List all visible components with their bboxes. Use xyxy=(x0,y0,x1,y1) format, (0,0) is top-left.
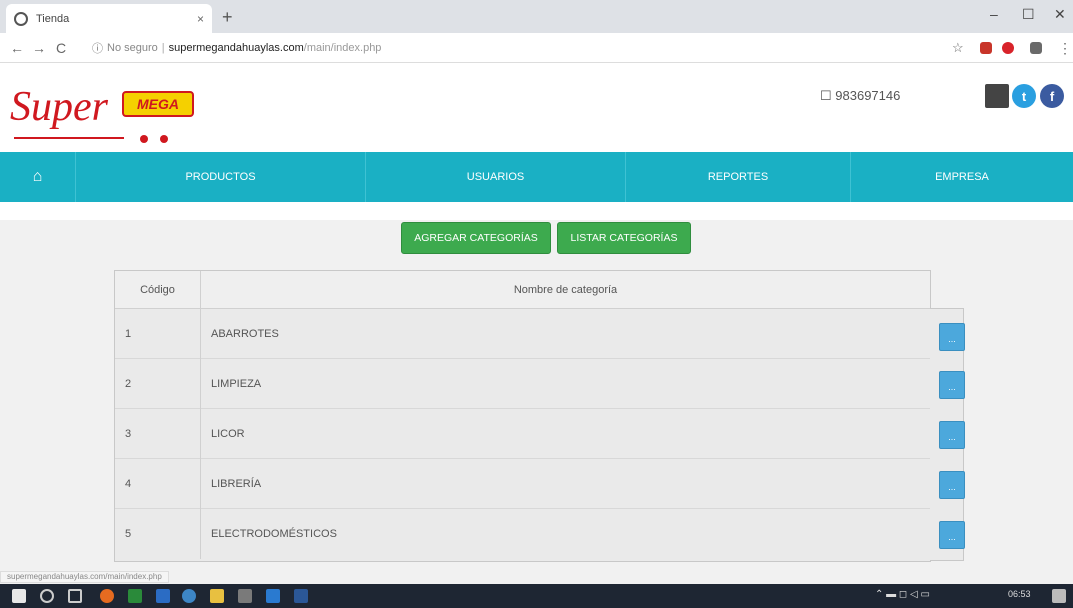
windows-start-icon[interactable] xyxy=(12,589,26,603)
nav-spacer xyxy=(0,202,1073,220)
categories-table: Código Nombre de categoría 1 ABARROTES 2… xyxy=(114,270,931,562)
nav-productos[interactable]: PRODUCTOS xyxy=(76,152,366,202)
row-action-button[interactable]: ... xyxy=(939,521,965,549)
task-view-icon[interactable] xyxy=(68,589,82,603)
chrome-icon[interactable] xyxy=(182,589,196,603)
new-tab-button[interactable]: + xyxy=(222,7,233,28)
cell-code: 2 xyxy=(115,359,201,409)
add-category-button[interactable]: AGREGAR CATEGORÍAS xyxy=(401,222,551,254)
nav-empresa[interactable]: EMPRESA xyxy=(851,152,1073,202)
nav-home[interactable]: ⌂ xyxy=(0,152,76,202)
table-header: Código Nombre de categoría xyxy=(115,271,930,309)
site-header: Super MEGA ☐ 983697146 t f xyxy=(0,63,1073,152)
row-action-button[interactable]: ... xyxy=(939,371,965,399)
nav-usuarios[interactable]: USUARIOS xyxy=(366,152,626,202)
edge-icon[interactable] xyxy=(266,589,280,603)
cell-name: LICOR xyxy=(211,428,245,440)
cell-code: 3 xyxy=(115,409,201,459)
taskbar: ⌃ ▬ ◻ ◁ ▭ 06:53 xyxy=(0,584,1073,608)
firefox-icon[interactable] xyxy=(100,589,114,603)
url-host: supermegandahuaylas.com xyxy=(168,42,304,54)
main-nav: ⌂ PRODUCTOS USUARIOS REPORTES EMPRESA xyxy=(0,152,1073,202)
bookmark-star-icon[interactable]: ☆ xyxy=(952,40,964,56)
system-tray-icons[interactable]: ⌃ ▬ ◻ ◁ ▭ xyxy=(875,589,930,600)
cell-name: ELECTRODOMÉSTICOS xyxy=(211,528,337,540)
reload-button[interactable]: C xyxy=(56,40,66,56)
cart-wheel-icon xyxy=(160,135,168,143)
table-row: 2 LIMPIEZA xyxy=(115,359,930,409)
cart-wheel-icon xyxy=(140,135,148,143)
facebook-icon[interactable]: f xyxy=(1040,84,1064,108)
url-input[interactable]: ⓘ No seguro | supermegandahuaylas.com /m… xyxy=(92,37,932,59)
phone-number: 983697146 xyxy=(835,88,901,103)
menu-dots-icon[interactable]: ⋮ xyxy=(1058,40,1072,57)
user-avatar[interactable] xyxy=(985,84,1009,108)
url-path: /main/index.php xyxy=(303,42,382,54)
app-icon[interactable] xyxy=(238,589,252,603)
notifications-icon[interactable] xyxy=(1052,589,1066,603)
extension-icon[interactable] xyxy=(980,42,992,54)
close-window-button[interactable]: ✕ xyxy=(1054,6,1066,23)
tab-title: Tienda xyxy=(36,12,70,25)
globe-icon xyxy=(14,11,28,26)
phone-icon: ☐ xyxy=(820,88,832,103)
table-row: 4 LIBRERÍA xyxy=(115,459,930,509)
tab-close-button[interactable]: × xyxy=(197,12,204,26)
status-url: supermegandahuaylas.com/main/index.php xyxy=(0,571,169,583)
app-icon[interactable] xyxy=(156,589,170,603)
cell-code: 4 xyxy=(115,459,201,509)
column-header-name: Nombre de categoría xyxy=(513,284,618,296)
table-row: 1 ABARROTES xyxy=(115,309,930,359)
logo-super-text: Super xyxy=(10,84,108,130)
home-icon: ⌂ xyxy=(32,168,43,185)
row-action-button[interactable]: ... xyxy=(939,421,965,449)
forward-button[interactable]: → xyxy=(32,40,46,56)
table-row: 5 ELECTRODOMÉSTICOS xyxy=(115,509,930,559)
table-row: 3 LICOR xyxy=(115,409,930,459)
url-separator: | xyxy=(161,42,165,54)
maximize-button[interactable]: ☐ xyxy=(1022,6,1035,23)
word-icon[interactable] xyxy=(294,589,308,603)
cell-code: 5 xyxy=(115,509,201,559)
cell-code: 1 xyxy=(115,309,201,359)
search-icon[interactable] xyxy=(40,589,54,603)
cell-name: LIMPIEZA xyxy=(211,378,262,390)
cell-name: ABARROTES xyxy=(211,328,279,340)
profile-icon[interactable] xyxy=(1030,42,1042,54)
back-button[interactable]: ← xyxy=(10,40,24,56)
logo-cart-line xyxy=(14,137,124,139)
logo-mega-badge: MEGA xyxy=(122,91,194,117)
phone-contact: ☐ 983697146 xyxy=(820,88,900,104)
twitter-icon[interactable]: t xyxy=(1012,84,1036,108)
browser-tabbar: Tienda × + – ☐ ✕ xyxy=(0,0,1073,33)
logo[interactable]: Super MEGA xyxy=(10,77,200,147)
info-icon[interactable]: ⓘ xyxy=(92,40,103,56)
minimize-button[interactable]: – xyxy=(990,6,998,22)
file-explorer-icon[interactable] xyxy=(210,589,224,603)
opera-extension-icon[interactable] xyxy=(1002,42,1014,54)
clock[interactable]: 06:53 xyxy=(1008,589,1031,599)
nav-reportes[interactable]: REPORTES xyxy=(626,152,851,202)
column-header-code: Código xyxy=(115,271,201,309)
row-action-button[interactable]: ... xyxy=(939,471,965,499)
list-categories-button[interactable]: LISTAR CATEGORÍAS xyxy=(557,222,691,254)
address-bar: ← → C ⓘ No seguro | supermegandahuaylas.… xyxy=(0,33,1073,63)
cell-name: LIBRERÍA xyxy=(211,478,262,490)
row-action-button[interactable]: ... xyxy=(939,323,965,351)
browser-tab[interactable]: Tienda × xyxy=(6,4,212,33)
app-icon[interactable] xyxy=(128,589,142,603)
not-secure-label: No seguro xyxy=(107,42,158,54)
